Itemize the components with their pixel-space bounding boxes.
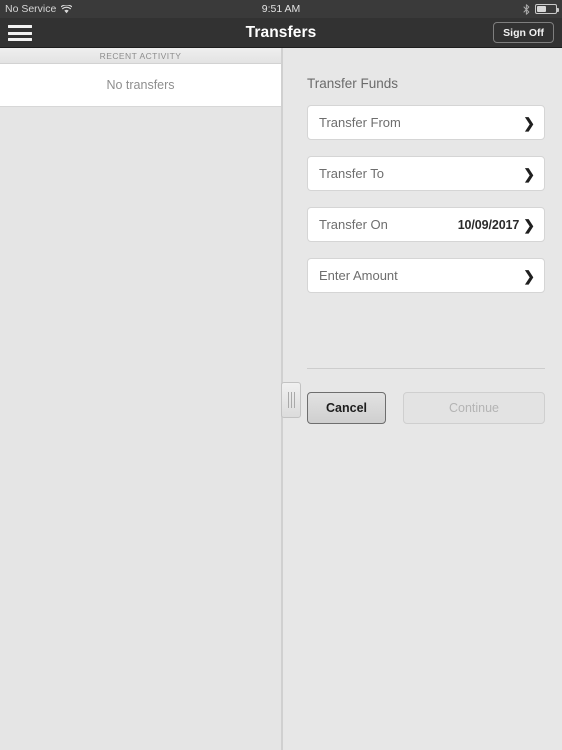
app-root: No Service 9:51 AM Transfers Sign Off RE… bbox=[0, 0, 562, 750]
handle-grip-line bbox=[287, 392, 289, 408]
navigation-bar: Transfers Sign Off bbox=[0, 18, 562, 48]
battery-fill bbox=[537, 6, 546, 12]
form-actions: Cancel Continue bbox=[307, 392, 545, 424]
transfer-from-label: Transfer From bbox=[319, 115, 401, 130]
transfer-from-row[interactable]: Transfer From ❯ bbox=[307, 105, 545, 140]
handle-grip-line bbox=[293, 392, 295, 408]
transfer-form: Transfer From ❯ Transfer To ❯ Transfer O… bbox=[307, 105, 545, 309]
enter-amount-label: Enter Amount bbox=[319, 268, 398, 283]
transfer-on-value: 10/09/2017 bbox=[457, 217, 520, 232]
status-bar-clock: 9:51 AM bbox=[0, 0, 562, 18]
drag-handle-icon[interactable] bbox=[281, 382, 301, 418]
status-bar: No Service 9:51 AM bbox=[0, 0, 562, 18]
no-transfers-label: No transfers bbox=[106, 78, 175, 92]
recent-activity-panel: RECENT ACTIVITY No transfers bbox=[0, 48, 281, 750]
recent-activity-header: RECENT ACTIVITY bbox=[0, 48, 281, 64]
form-divider bbox=[307, 368, 545, 369]
transfer-funds-title: Transfer Funds bbox=[307, 76, 399, 91]
transfer-funds-panel: Transfer Funds Transfer From ❯ Transfer … bbox=[283, 48, 562, 750]
bluetooth-icon bbox=[523, 3, 530, 15]
transfer-to-label: Transfer To bbox=[319, 166, 385, 181]
chevron-right-icon: ❯ bbox=[523, 114, 535, 131]
sign-off-button[interactable]: Sign Off bbox=[493, 22, 554, 43]
chevron-right-icon: ❯ bbox=[523, 267, 535, 284]
no-transfers-cell: No transfers bbox=[0, 64, 281, 107]
transfer-to-row[interactable]: Transfer To ❯ bbox=[307, 156, 545, 191]
status-bar-right bbox=[523, 0, 559, 18]
enter-amount-row[interactable]: Enter Amount ❯ bbox=[307, 258, 545, 293]
handle-grip-line bbox=[290, 392, 292, 408]
continue-button: Continue bbox=[403, 392, 545, 424]
cancel-button[interactable]: Cancel bbox=[307, 392, 386, 424]
page-title: Transfers bbox=[245, 24, 317, 41]
clock-label: 9:51 AM bbox=[261, 3, 301, 15]
chevron-right-icon: ❯ bbox=[523, 165, 535, 182]
transfer-on-row[interactable]: Transfer On 10/09/2017 ❯ bbox=[307, 207, 545, 242]
chevron-right-icon: ❯ bbox=[523, 216, 535, 233]
transfer-on-label: Transfer On bbox=[319, 217, 388, 232]
battery-icon bbox=[535, 4, 559, 14]
